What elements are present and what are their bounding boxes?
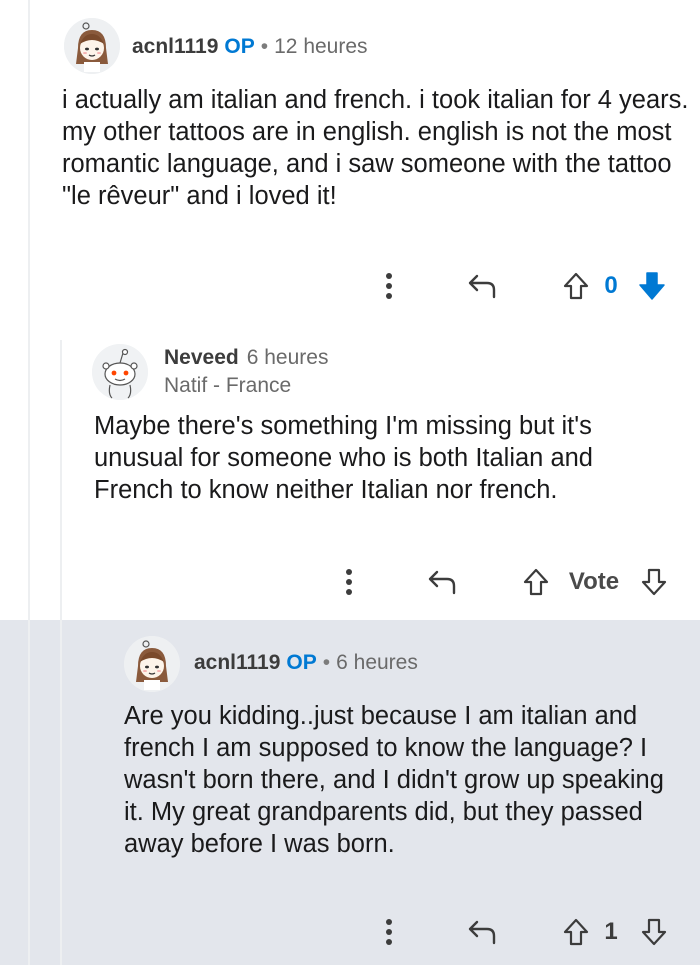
separator-dot: • — [260, 35, 269, 58]
reply-button[interactable] — [422, 562, 462, 602]
downvote-button[interactable] — [636, 562, 672, 602]
upvote-icon — [563, 272, 589, 300]
comment-actions: 0 — [0, 266, 700, 306]
upvote-button[interactable] — [558, 266, 594, 306]
upvote-button[interactable] — [558, 912, 594, 952]
op-badge: OP — [286, 651, 317, 674]
more-options-button[interactable] — [334, 562, 364, 602]
comment-body: Are you kidding..just because I am itali… — [124, 702, 664, 858]
comment-meta: acnl1119 OP • 6 heures — [194, 651, 418, 675]
snoo-avatar-girl-icon — [64, 18, 120, 74]
snoo-avatar-girl-icon — [124, 636, 180, 692]
downvote-icon — [639, 272, 665, 300]
timestamp: 6 heures — [246, 346, 329, 369]
author-name[interactable]: acnl1119 — [132, 35, 218, 58]
more-icon — [386, 919, 392, 945]
upvote-button[interactable] — [518, 562, 554, 602]
reply-button[interactable] — [462, 912, 502, 952]
avatar[interactable] — [92, 344, 148, 400]
downvote-icon — [641, 568, 667, 596]
user-flair: Natif - France — [164, 374, 292, 397]
downvote-button[interactable] — [634, 266, 670, 306]
comment-3: acnl1119 OP • 6 heures Are you kidding..jus… — [0, 620, 700, 965]
author-name[interactable]: Neveed — [164, 346, 239, 369]
comment-body: Maybe there's something I'm missing but … — [94, 412, 593, 504]
author-name[interactable]: acnl1119 — [194, 651, 280, 674]
reply-button[interactable] — [462, 266, 502, 306]
downvote-button[interactable] — [636, 912, 672, 952]
vote-score: 0 — [604, 272, 618, 299]
reply-icon — [428, 570, 456, 595]
comment-meta: acnl1119 OP • 12 heures — [132, 35, 368, 59]
upvote-icon — [563, 918, 589, 946]
avatar[interactable] — [124, 636, 180, 692]
comment-1: acnl1119 OP • 12 heures i actually am itali… — [0, 0, 700, 320]
more-options-button[interactable] — [374, 912, 404, 952]
comment-actions: Vote — [0, 562, 700, 602]
op-badge: OP — [224, 35, 255, 58]
downvote-icon — [641, 918, 667, 946]
comment-2: Neveed 6 heures Natif - France Maybe ther… — [0, 330, 700, 620]
comment-actions: 1 — [0, 912, 700, 952]
separator-dot: • — [322, 651, 331, 674]
upvote-icon — [523, 568, 549, 596]
timestamp: 6 heures — [336, 651, 418, 674]
vote-label: Vote — [568, 568, 620, 595]
more-icon — [386, 273, 392, 299]
comment-meta: Neveed 6 heures — [164, 346, 328, 370]
comment-body: i actually am italian and french. i took… — [62, 86, 689, 210]
more-options-button[interactable] — [374, 266, 404, 306]
reply-icon — [468, 920, 496, 945]
timestamp: 12 heures — [274, 35, 368, 58]
avatar[interactable] — [64, 18, 120, 74]
reply-icon — [468, 274, 496, 299]
vote-score: 1 — [604, 918, 618, 945]
snoo-avatar-icon — [92, 344, 148, 400]
more-icon — [346, 569, 352, 595]
